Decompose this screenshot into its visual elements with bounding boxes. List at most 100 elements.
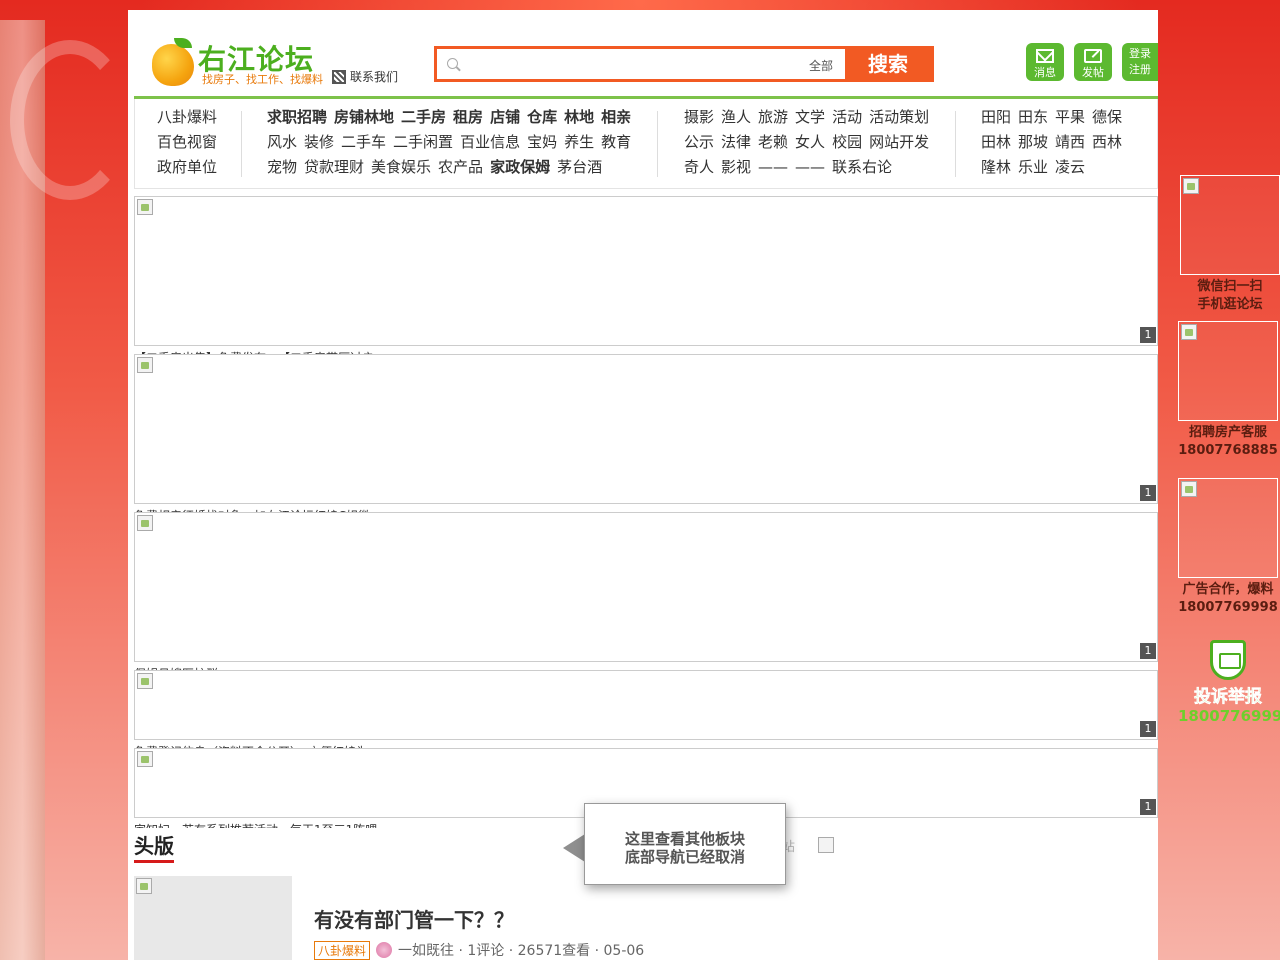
nav-item[interactable]: 渔人 [721,108,751,126]
nav-item[interactable]: 二手闲置 [393,133,453,151]
nav-separator [657,111,658,177]
nav-item[interactable]: 凌云 [1055,158,1085,176]
nav-item[interactable]: —— [758,158,788,176]
search-input[interactable] [465,53,805,77]
nav-col-2: 求职招聘 房铺林地 二手房 租房 店铺 仓库 林地 相亲风水 装修 二手车 二手闲置 百业信息 宝妈 养生… [267,105,638,180]
nav-item[interactable]: 二手房 [401,108,446,126]
nav-item[interactable]: 公示 [684,133,714,151]
nav-item[interactable]: 林地 [564,108,594,126]
nav-item[interactable]: 养生 [564,133,594,151]
search-bar: 全部 搜索 [434,46,934,82]
nav-item[interactable]: 租房 [453,108,483,126]
nav-col-4: 田阳 田东 平果 德保田林 那坡 靖西 西林隆林 乐业 凌云 [981,105,1129,180]
broken-image-icon [136,878,152,894]
nav-item[interactable]: 教育 [601,133,631,151]
nav-item[interactable]: 宝妈 [527,133,557,151]
ad-banner[interactable]: 1 [134,196,1158,346]
nav-item[interactable]: 活动 [832,108,862,126]
avatar [376,942,393,958]
sidebar-caption-line: 手机逛论坛 [1197,297,1263,312]
nav-item[interactable]: 隆林 [981,158,1011,176]
ad-banner[interactable]: 1 [134,354,1158,504]
nav-item[interactable]: 装修 [304,133,334,151]
nav-item[interactable]: 田林 [981,133,1011,151]
nav-item[interactable]: 旅游 [758,108,788,126]
nav-item[interactable]: 房铺林地 [334,108,394,126]
search-button[interactable]: 搜索 [845,49,931,79]
nav-item[interactable]: 美食娱乐 [371,158,431,176]
recruit-service-image[interactable] [1178,321,1278,421]
ad-index: 1 [1140,485,1156,501]
nav-item[interactable]: 田阳 [981,108,1011,126]
nav-item[interactable]: 影视 [721,158,751,176]
new-post-button[interactable]: 发帖 [1074,43,1112,81]
nav-item[interactable]: 校园 [832,133,862,151]
navigation-tooltip: 这里查看其他板块 底部导航已经取消 [584,803,786,885]
tooltip-arrow [563,834,585,862]
post-category-tag[interactable]: 八卦爆料 [314,940,371,960]
ad-banner[interactable]: 1 [134,512,1158,662]
tooltip-line-2: 底部导航已经取消 [624,848,745,866]
ad-index: 1 [1140,643,1156,659]
broken-image-icon [1183,178,1199,194]
ad-cooperation-image[interactable] [1178,478,1278,578]
nav-item[interactable]: 政府单位 [157,158,217,176]
nav-item[interactable]: 老赖 [758,133,788,151]
nav-col-1: 八卦爆料 百色视窗 政府单位 [157,105,224,180]
ad-index: 1 [1140,327,1156,343]
messages-button[interactable]: 消息 [1026,43,1064,81]
nav-item[interactable]: 风水 [267,133,297,151]
nav-item[interactable]: 八卦爆料 [157,108,217,126]
ad-banner[interactable]: 1 [134,670,1158,740]
nav-item[interactable]: 靖西 [1055,133,1085,151]
nav-item[interactable]: 求职招聘 [267,108,327,126]
sidebar-caption: 招聘房产客服 18007768885 [1173,424,1280,460]
nav-item[interactable]: 百色视窗 [157,133,217,151]
nav-separator [241,111,242,177]
nav-item[interactable]: 文学 [795,108,825,126]
nav-item[interactable]: 相亲 [601,108,631,126]
nav-item[interactable]: 摄影 [684,108,714,126]
broken-image-icon [137,515,153,531]
nav-item[interactable]: 联系右论 [832,158,892,176]
nav-item[interactable]: 女人 [795,133,825,151]
nav-item[interactable]: 店铺 [490,108,520,126]
contact-us-link[interactable]: 联系我们 [332,68,398,85]
nav-item[interactable]: 二手车 [341,133,386,151]
nav-item[interactable]: 农产品 [438,158,483,176]
sidebar-caption-line: 微信扫一扫 [1197,279,1263,294]
login-register-button[interactable]: 登录 注册 [1122,43,1158,81]
nav-item[interactable]: 那坡 [1018,133,1048,151]
nav-item[interactable]: 平果 [1055,108,1085,126]
messages-label: 消息 [1034,66,1056,79]
nav-item[interactable]: 仓库 [527,108,557,126]
nav-item[interactable]: 茅台酒 [557,158,602,176]
nav-item[interactable]: 田东 [1018,108,1048,126]
nav-item[interactable]: 贷款理财 [304,158,364,176]
nav-item[interactable]: 百业信息 [460,133,520,151]
nav-item[interactable]: 活动策划 [869,108,929,126]
post-title[interactable]: 有没有部门管一下？？ [314,904,514,933]
report-complaint-button[interactable]: 投诉举报 18007769998 [1178,640,1280,725]
nav-item[interactable]: 西林 [1092,133,1122,151]
ad-index: 1 [1140,799,1156,815]
report-phone: 18007769998 [1178,707,1280,725]
post-thumbnail[interactable] [134,876,292,960]
sidebar-caption: 微信扫一扫 手机逛论坛 [1175,278,1280,314]
nav-item[interactable]: 德保 [1092,108,1122,126]
broken-image-icon [137,199,153,215]
nav-item[interactable]: —— [795,158,825,176]
nav-item[interactable]: 宠物 [267,158,297,176]
tooltip-line-1: 这里查看其他板块 [624,830,745,848]
search-scope-select[interactable]: 全部 [809,57,833,74]
nav-item[interactable]: 网站开发 [869,133,929,151]
mango-logo-icon [152,44,194,86]
nav-item[interactable]: 乐业 [1018,158,1048,176]
site-logo[interactable]: 右江论坛 找房子、找工作、找爆料 [152,38,332,88]
login-link[interactable]: 登录 [1122,46,1158,62]
ad-caption[interactable]: 家知妇，若有系列推荐活动，每天1至三1陈喂 [134,821,377,828]
nav-item[interactable]: 奇人 [684,158,714,176]
register-link[interactable]: 注册 [1122,62,1158,78]
nav-item[interactable]: 法律 [721,133,751,151]
nav-item[interactable]: 家政保姆 [490,158,550,176]
